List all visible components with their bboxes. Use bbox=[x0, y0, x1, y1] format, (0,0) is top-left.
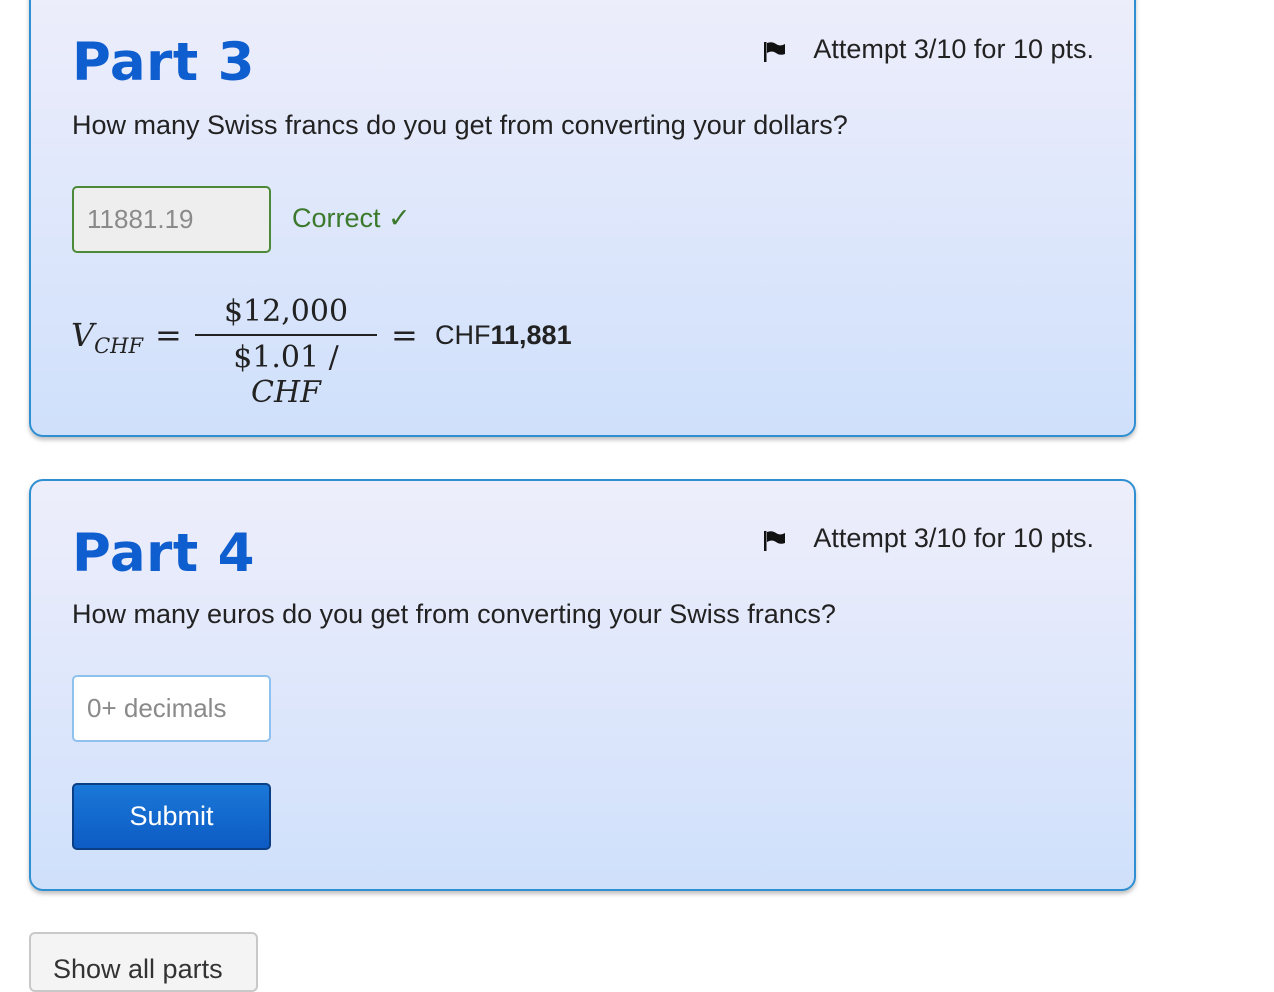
part-4-card: Part 4 Attempt 3/10 for 10 pts. How many… bbox=[29, 479, 1136, 891]
part-3-question: How many Swiss francs do you get from co… bbox=[72, 110, 848, 140]
part-3-answer-field[interactable] bbox=[72, 186, 271, 253]
equation-subscript: CHF bbox=[94, 334, 144, 358]
part-4-attempt-info: Attempt 3/10 for 10 pts. bbox=[763, 523, 1094, 554]
part-4-question: How many euros do you get from convertin… bbox=[72, 599, 836, 629]
show-all-parts-button[interactable]: Show all parts bbox=[29, 932, 258, 992]
part-4-title: Part 4 bbox=[72, 523, 255, 584]
part-3-title: Part 3 bbox=[72, 32, 255, 93]
part-3-correct-feedback: Correct ✓ bbox=[292, 203, 411, 233]
part-4-attempt-text: Attempt 3/10 for 10 pts. bbox=[813, 523, 1094, 553]
part-3-card: Part 3 Attempt 3/10 for 10 pts. How many… bbox=[29, 0, 1136, 437]
part-3-attempt-info: Attempt 3/10 for 10 pts. bbox=[763, 34, 1094, 65]
fraction-bar bbox=[195, 334, 377, 336]
equation-variable: VCHF bbox=[71, 316, 144, 358]
flag-icon[interactable] bbox=[763, 528, 787, 551]
flag-icon[interactable] bbox=[763, 39, 787, 62]
equation-numerator: $12,000 bbox=[223, 294, 349, 329]
part-3-attempt-text: Attempt 3/10 for 10 pts. bbox=[813, 34, 1094, 64]
equation-result: CHF11,881 bbox=[435, 320, 572, 350]
part-4-answer-field[interactable] bbox=[72, 675, 271, 742]
equation-equals-sign-2: = bbox=[391, 316, 418, 354]
equation-equals-sign: = bbox=[155, 316, 182, 354]
equation-fraction: $12,000 $1.01 / CHF bbox=[195, 294, 377, 410]
equation-denominator: $1.01 / CHF bbox=[233, 340, 339, 410]
submit-button[interactable]: Submit bbox=[72, 783, 271, 850]
